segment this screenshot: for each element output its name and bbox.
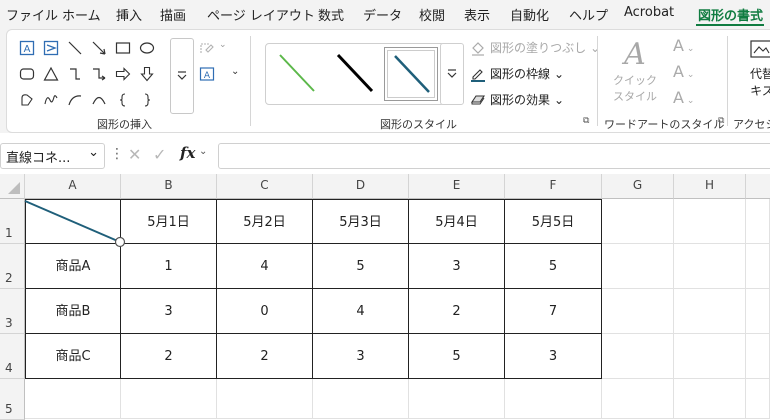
chevron-down-icon: ⌄ (554, 66, 565, 81)
pencil-icon (471, 68, 485, 82)
worksheet-grid[interactable]: A B C D E F G H 1 2 3 4 5 5月1日 5月2日 5月3日 5月… (0, 174, 770, 420)
tab-home[interactable]: ホーム (62, 5, 101, 24)
quick-style-label-1: クイック (613, 74, 657, 87)
cancel-icon[interactable]: ✕ (128, 145, 141, 164)
elbow-arrow-connector-shape-icon[interactable] (91, 66, 107, 82)
triangle-shape-icon[interactable] (43, 66, 59, 82)
scribble-shape-icon[interactable] (43, 92, 59, 108)
tab-data[interactable]: データ (363, 5, 402, 24)
vertical-textbox-shape-icon[interactable] (43, 40, 59, 56)
alt-text-label-1: 代替 (749, 67, 770, 81)
formula-input[interactable] (218, 143, 770, 169)
shapes-gallery-more-button[interactable] (170, 38, 194, 114)
shape-effects-icon (470, 94, 486, 104)
tab-automate[interactable]: 自動化 (510, 5, 549, 24)
enter-check-icon[interactable]: ✓ (153, 145, 166, 164)
alt-text-label-2: キス (750, 84, 770, 98)
shape-styles-more-button[interactable] (440, 43, 464, 105)
wordart-a-icon: A (624, 37, 646, 72)
connector-end-handle[interactable] (114, 236, 126, 248)
down-arrow-shape-icon[interactable] (139, 66, 155, 82)
edit-shape-icon[interactable] (199, 40, 215, 56)
quick-styles-button[interactable]: A クイック スタイル (612, 38, 658, 108)
dialog-launcher-icon[interactable]: ⧉ (718, 116, 724, 126)
chevron-down-icon (177, 71, 187, 80)
shape-style-gallery (265, 43, 445, 105)
style-swatch-green-line[interactable] (270, 47, 322, 99)
right-arrow-shape-icon[interactable] (115, 66, 131, 82)
text-fill-icon[interactable]: A ⌄ (673, 36, 694, 55)
chevron-down-icon: ⌄ (590, 40, 601, 55)
tab-formulas[interactable]: 数式 (318, 5, 344, 24)
group-separator (727, 36, 728, 126)
line-shape-icon[interactable] (67, 40, 83, 56)
shape-outline-button[interactable]: 図形の枠線 ⌄ (470, 65, 564, 82)
elbow-connector-shape-icon[interactable] (67, 66, 83, 82)
name-box-value: 直線コネ... (6, 151, 71, 166)
shape-effects-button[interactable]: 図形の効果 ⌄ (470, 91, 564, 108)
draw-textbox-icon[interactable]: A (199, 66, 215, 82)
chevron-down-icon (447, 69, 457, 78)
shape-fill-button[interactable]: 図形の塗りつぶし ⌄ (470, 39, 600, 56)
style-swatch-teal-line-selected[interactable] (384, 47, 438, 101)
style-swatch-black-line[interactable] (328, 47, 380, 99)
text-effects-icon[interactable]: A ⌄ (673, 88, 694, 107)
chevron-down-icon: ⌄ (554, 92, 565, 107)
paint-bucket-icon (472, 41, 484, 56)
insert-shapes-group-label: 図形の挿入 (97, 118, 152, 131)
tab-view[interactable]: 表示 (464, 5, 490, 24)
shape-effects-label: 図形の効果 (490, 93, 551, 107)
wordart-group-label: ワードアートのスタイル (604, 118, 725, 131)
ribbon-panel: A ⌄ A ⌄ 図形の挿入 図形の塗りつぶし ⌄ 図形の枠線 ⌄ 図形の効果 ⌄… (6, 29, 770, 133)
ribbon-tab-bar: ファイル ホーム 挿入 描画 ページ レイアウト 数式 データ 校閲 表示 自動… (0, 0, 770, 27)
group-separator (597, 36, 598, 126)
alt-text-icon (750, 40, 770, 58)
left-brace-shape-icon[interactable] (115, 92, 131, 108)
svg-text:A: A (24, 44, 31, 55)
shape-styles-group-label: 図形のスタイル (380, 118, 457, 131)
chevron-down-icon[interactable]: ⌄ (199, 146, 207, 157)
shape-outline-label: 図形の枠線 (490, 67, 551, 81)
accessibility-group-label: アクセシビ (733, 118, 770, 131)
diagonal-connector-line[interactable] (0, 174, 770, 419)
rounded-rectangle-shape-icon[interactable] (19, 66, 35, 82)
tab-draw[interactable]: 描画 (160, 5, 186, 24)
chevron-down-icon[interactable]: ⌄ (88, 145, 99, 160)
tab-acrobat[interactable]: Acrobat (624, 5, 674, 20)
tab-review[interactable]: 校閲 (419, 5, 445, 24)
text-outline-icon[interactable]: A ⌄ (673, 62, 694, 81)
textbox-shape-icon[interactable]: A (19, 40, 35, 56)
oval-shape-icon[interactable] (139, 40, 155, 56)
alt-text-button[interactable]: 代替 キス (742, 38, 770, 99)
tab-page-layout[interactable]: ページ レイアウト (207, 5, 315, 24)
more-options-icon[interactable]: ⋮ (110, 146, 124, 162)
right-brace-shape-icon[interactable] (139, 92, 155, 108)
group-separator (250, 36, 251, 126)
dialog-launcher-icon[interactable]: ⧉ (583, 116, 589, 126)
edit-shape-dropdown-icon[interactable]: ⌄ (219, 40, 227, 50)
shape-fill-label: 図形の塗りつぶし (490, 41, 587, 55)
arrow-line-shape-icon[interactable] (91, 40, 107, 56)
tab-file[interactable]: ファイル (6, 5, 58, 24)
ribbon: A ⌄ A ⌄ 図形の挿入 図形の塗りつぶし ⌄ 図形の枠線 ⌄ 図形の効果 ⌄… (0, 26, 770, 133)
tab-shape-format[interactable]: 図形の書式 (698, 5, 763, 24)
textbox-dropdown-icon[interactable]: ⌄ (231, 66, 239, 77)
rectangle-shape-icon[interactable] (115, 40, 131, 56)
freeform-shape-icon[interactable] (19, 92, 35, 108)
quick-style-label-2: スタイル (613, 90, 657, 103)
insert-function-button[interactable]: fx (180, 144, 195, 162)
tab-insert[interactable]: 挿入 (116, 5, 142, 24)
formula-bar: 直線コネ... ⌄ ⋮ ✕ ✓ fx ⌄ (0, 139, 770, 171)
arc-shape-icon[interactable] (67, 92, 83, 108)
curve-shape-icon[interactable] (91, 92, 107, 108)
name-box[interactable]: 直線コネ... ⌄ (0, 143, 105, 169)
tab-help[interactable]: ヘルプ (569, 5, 608, 24)
svg-text:A: A (204, 71, 211, 81)
